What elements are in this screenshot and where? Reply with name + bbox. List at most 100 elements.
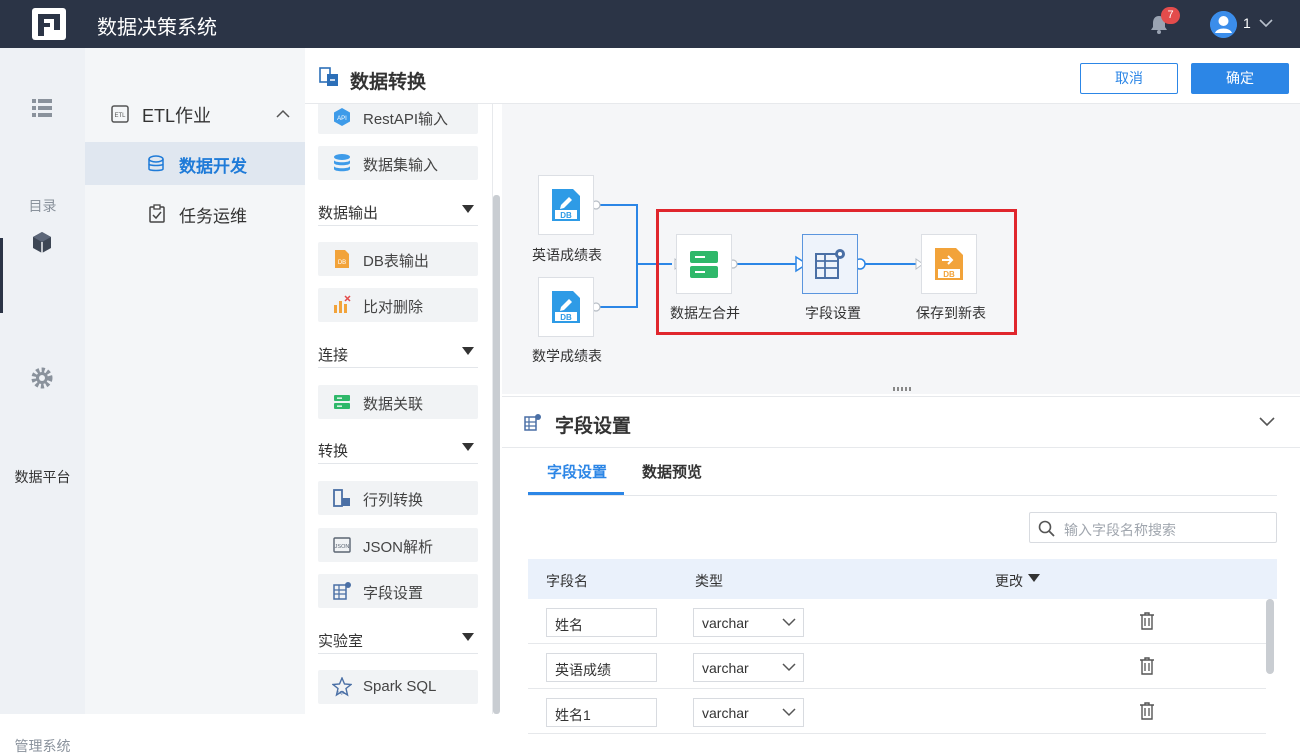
table-row: 姓名1 varchar xyxy=(528,689,1266,734)
caret-down-icon xyxy=(462,205,474,213)
field-name-input[interactable]: 英语成绩 xyxy=(546,653,657,682)
confirm-button[interactable]: 确定 xyxy=(1191,63,1289,94)
tool-label: Spark SQL xyxy=(363,678,437,695)
field-name-input[interactable]: 姓名1 xyxy=(546,698,657,727)
field-search-input[interactable]: 输入字段名称搜索 xyxy=(1029,512,1277,543)
sub-item-label: 数据开发 xyxy=(179,157,247,176)
svg-text:SQL: SQL xyxy=(336,690,346,695)
section-label: 连接 xyxy=(318,347,349,364)
db-output-icon: DB xyxy=(335,250,349,268)
chevron-down-icon[interactable] xyxy=(1258,15,1274,31)
sort-caret-icon[interactable] xyxy=(1028,574,1040,583)
table-header: 字段名 类型 更改 xyxy=(528,559,1277,599)
tool-label: RestAPI输入 xyxy=(363,111,449,128)
section-join[interactable]: 连接 xyxy=(318,340,478,368)
page-title: 数据转换 xyxy=(350,72,427,93)
db-input-icon: DB xyxy=(552,291,580,323)
search-icon xyxy=(1038,520,1055,537)
app-title: 数据决策系统 xyxy=(97,17,217,39)
panel-divider xyxy=(502,447,1300,448)
user-name[interactable]: 1 xyxy=(1243,15,1251,31)
cancel-button[interactable]: 取消 xyxy=(1080,63,1178,94)
caret-down-icon xyxy=(462,347,474,355)
section-label: 转换 xyxy=(318,443,349,460)
sub-item-task-ops[interactable]: 任务运维 xyxy=(85,192,305,235)
top-bar: 数据决策系统 7 1 xyxy=(0,0,1300,48)
node-english-scores[interactable]: DB xyxy=(538,175,594,235)
toolbox-scrollbar[interactable] xyxy=(493,195,500,714)
tool-db-output[interactable]: DB DB表输出 xyxy=(318,242,478,276)
node-math-scores[interactable]: DB xyxy=(538,277,594,337)
tool-row-column-transform[interactable]: 行列转换 xyxy=(318,481,478,515)
tool-json-parse[interactable]: JSON JSON解析 xyxy=(318,528,478,562)
sub-group-etl[interactable]: ETL ETL作业 xyxy=(85,94,305,134)
nav-label: 管理系统 xyxy=(14,738,71,754)
type-select[interactable]: varchar xyxy=(693,608,804,637)
collapse-chevron-icon[interactable] xyxy=(1258,414,1276,428)
avatar-icon[interactable] xyxy=(1210,11,1237,38)
svg-text:ETL: ETL xyxy=(114,113,126,119)
tool-restapi-input[interactable]: API RestAPI输入 xyxy=(318,104,478,134)
svg-text:API: API xyxy=(337,116,347,122)
svg-text:DB: DB xyxy=(560,211,572,220)
sub-item-label: 任务运维 xyxy=(179,207,247,226)
tool-compare-delete[interactable]: 比对删除 xyxy=(318,288,478,322)
field-settings-icon xyxy=(333,582,351,600)
tool-spark-sql[interactable]: SQL Spark SQL xyxy=(318,670,478,704)
tab-field-settings[interactable]: 字段设置 xyxy=(547,461,607,482)
delete-icon[interactable] xyxy=(1139,702,1155,720)
svg-text:DB: DB xyxy=(560,313,572,322)
tool-label: 字段设置 xyxy=(363,585,424,602)
nav-label: 目录 xyxy=(28,198,57,214)
sub-nav: ETL ETL作业 数据开发 任务运维 xyxy=(85,48,305,714)
caret-down-icon xyxy=(462,443,474,451)
field-name-input[interactable]: 姓名 xyxy=(546,608,657,637)
delete-icon[interactable] xyxy=(1139,612,1155,630)
tool-data-join[interactable]: 数据关联 xyxy=(318,385,478,419)
chevron-up-icon[interactable] xyxy=(275,106,291,122)
tool-label: DB表输出 xyxy=(363,253,429,270)
api-icon: API xyxy=(334,108,350,126)
type-value: varchar xyxy=(702,705,749,721)
page-header: 数据转换 取消 确定 xyxy=(305,48,1300,104)
section-label: 数据输出 xyxy=(318,205,379,222)
table-scrollbar[interactable] xyxy=(1266,599,1274,674)
database-icon xyxy=(148,155,164,172)
nav-item-management[interactable]: 管理系统 xyxy=(0,366,85,754)
section-lab[interactable]: 实验室 xyxy=(318,626,478,654)
type-select[interactable]: varchar xyxy=(693,698,804,727)
tool-label: 行列转换 xyxy=(363,492,424,509)
left-nav: 目录 数据平台 管理系统 xyxy=(0,48,85,754)
node-label: 英语成绩表 xyxy=(532,247,602,263)
panel-title: 字段设置 xyxy=(555,416,632,437)
delete-icon[interactable] xyxy=(1139,657,1155,675)
join-icon xyxy=(334,395,350,409)
svg-text:JSON: JSON xyxy=(335,544,350,550)
section-transform[interactable]: 转换 xyxy=(318,436,478,464)
type-value: varchar xyxy=(702,615,749,631)
compare-delete-icon xyxy=(334,295,351,313)
json-icon: JSON xyxy=(333,537,351,553)
tool-label: 数据关联 xyxy=(363,396,424,413)
nav-item-data-platform[interactable]: 数据平台 xyxy=(0,231,85,485)
svg-text:DB: DB xyxy=(338,260,346,266)
nav-label: 数据平台 xyxy=(14,469,71,485)
table-row: 英语成绩 varchar xyxy=(528,644,1266,689)
tab-data-preview[interactable]: 数据预览 xyxy=(642,461,702,482)
field-settings-icon xyxy=(524,414,541,431)
section-data-output[interactable]: 数据输出 xyxy=(318,198,478,226)
type-select[interactable]: varchar xyxy=(693,653,804,682)
section-label: 实验室 xyxy=(318,633,364,650)
nav-item-catalog[interactable]: 目录 xyxy=(0,96,85,214)
notification-badge: 7 xyxy=(1161,7,1180,24)
resize-handle-icon[interactable] xyxy=(893,387,911,391)
tool-field-settings[interactable]: 字段设置 xyxy=(318,574,478,608)
pivot-icon xyxy=(333,489,350,507)
caret-down-icon xyxy=(462,633,474,641)
tool-dataset-input[interactable]: 数据集输入 xyxy=(318,146,478,180)
data-transform-icon xyxy=(319,67,338,86)
sub-item-data-dev[interactable]: 数据开发 xyxy=(85,142,305,185)
tool-label: 比对删除 xyxy=(363,299,424,316)
cube-icon xyxy=(33,232,51,253)
column-header-change[interactable]: 更改 xyxy=(995,571,1023,591)
